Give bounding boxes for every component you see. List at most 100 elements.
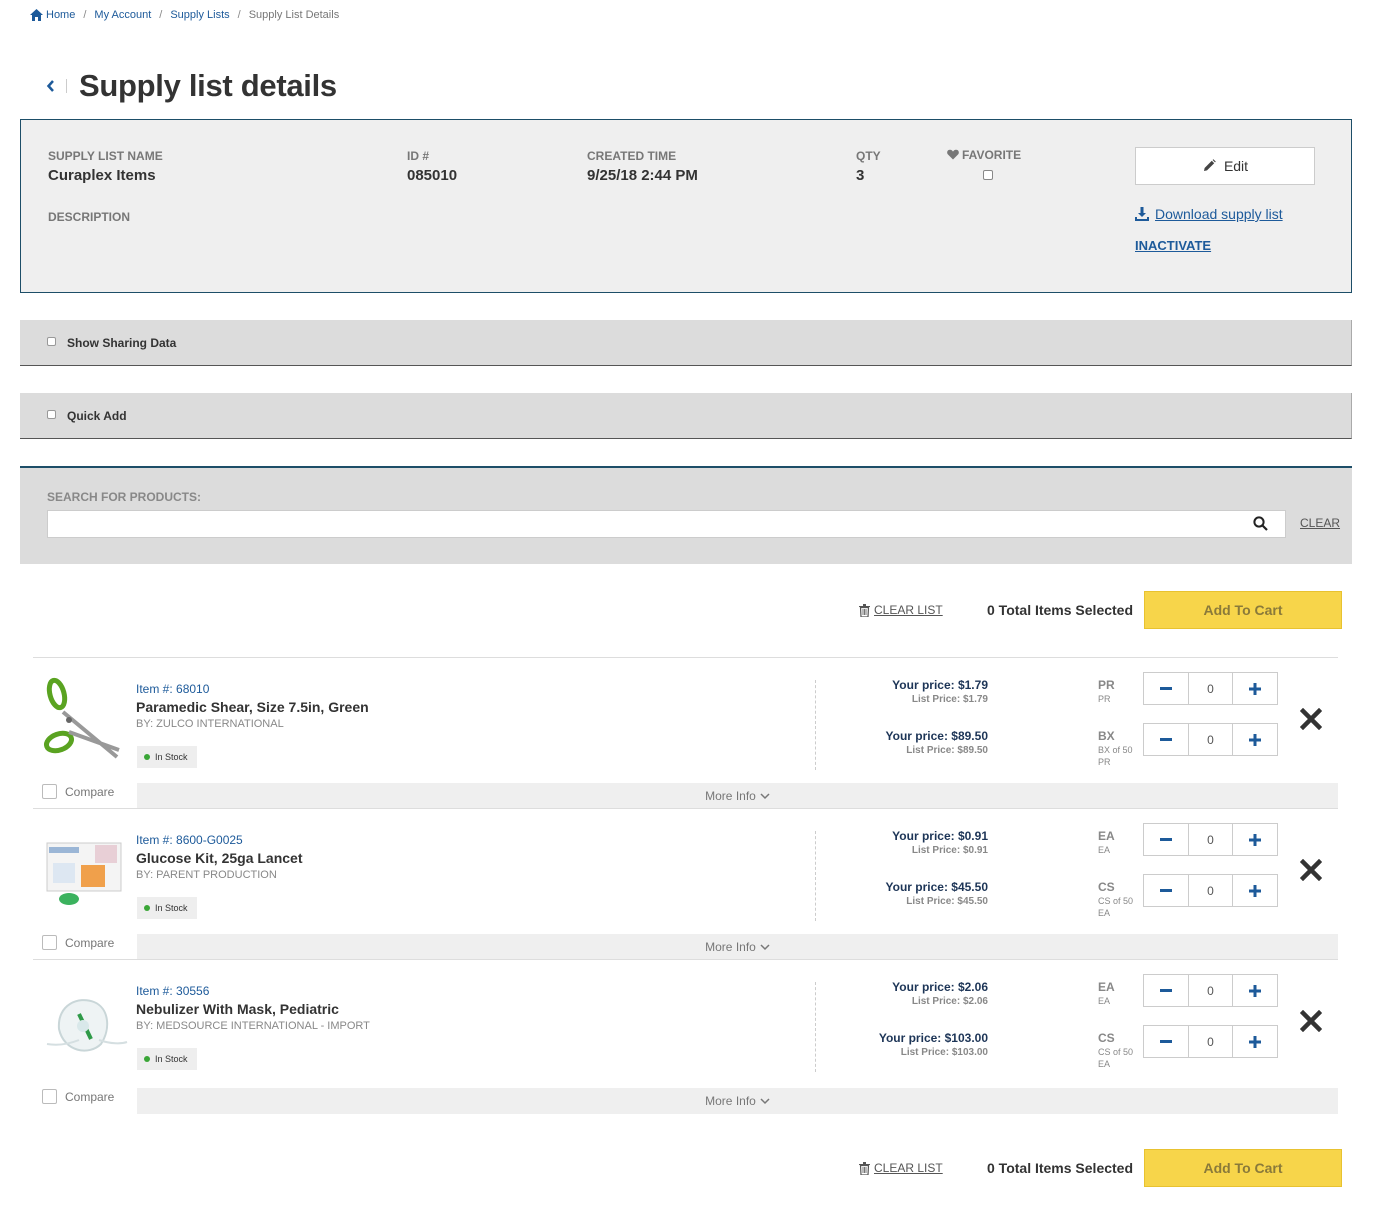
quantity-input[interactable]: 0 <box>1188 824 1233 855</box>
stock-status-badge: In Stock <box>137 1048 197 1070</box>
show-sharing-data-toggle[interactable]: Show Sharing Data <box>20 320 1352 366</box>
plus-icon <box>1249 1035 1261 1048</box>
more-info-toggle[interactable]: More Info <box>137 934 1338 960</box>
decrement-button[interactable] <box>1144 875 1188 906</box>
compare-checkbox[interactable] <box>42 1089 57 1104</box>
plus-icon <box>1249 833 1261 846</box>
decrement-button[interactable] <box>1144 975 1188 1006</box>
increment-button[interactable] <box>1233 975 1277 1006</box>
add-to-cart-button[interactable]: Add To Cart <box>1144 591 1342 629</box>
pencil-icon <box>1203 159 1216 171</box>
increment-button[interactable] <box>1233 1026 1277 1057</box>
in-stock-dot-icon <box>144 905 150 911</box>
decrement-button[interactable] <box>1144 673 1188 704</box>
increment-button[interactable] <box>1233 724 1277 755</box>
show-sharing-data-checkbox[interactable] <box>47 337 56 346</box>
clear-list-label: CLEAR LIST <box>874 603 943 617</box>
increment-button[interactable] <box>1233 824 1277 855</box>
stock-status-text: In Stock <box>155 752 188 762</box>
search-input[interactable] <box>47 510 1286 538</box>
breadcrumb-home[interactable]: Home <box>46 9 75 21</box>
clear-list-link[interactable]: CLEAR LIST <box>859 603 943 617</box>
list-price: List Price: $89.50 <box>906 745 988 756</box>
show-sharing-data-label: Show Sharing Data <box>67 335 177 350</box>
price-option-row: Your price: $2.06 List Price: $2.06 EA E… <box>892 974 1278 1020</box>
decrement-button[interactable] <box>1144 1026 1188 1057</box>
quantity-input[interactable]: 0 <box>1188 1026 1233 1057</box>
id-value: 085010 <box>407 167 458 184</box>
compare-option[interactable]: Compare <box>42 1089 114 1104</box>
search-label: SEARCH FOR PRODUCTS: <box>47 490 202 504</box>
more-info-label: More Info <box>705 789 756 803</box>
chevron-left-icon[interactable] <box>46 79 56 93</box>
compare-label: Compare <box>65 935 115 950</box>
plus-icon <box>1249 884 1261 897</box>
decrement-button[interactable] <box>1144 824 1188 855</box>
clear-list-link[interactable]: CLEAR LIST <box>859 1161 943 1175</box>
quantity-input[interactable]: 0 <box>1188 975 1233 1006</box>
divider <box>815 831 816 921</box>
compare-option[interactable]: Compare <box>42 784 114 799</box>
favorite-label: FAVORITE <box>947 148 1021 162</box>
inactivate-link[interactable]: INACTIVATE <box>1135 238 1211 253</box>
decrement-button[interactable] <box>1144 724 1188 755</box>
uom-detail-line: EA <box>1098 996 1111 1006</box>
unit-of-measure-detail: PR <box>1098 693 1111 705</box>
your-price: Your price: $2.06 <box>892 980 988 994</box>
breadcrumb-my-account[interactable]: My Account <box>94 9 151 21</box>
divider <box>815 680 816 770</box>
quick-add-toggle[interactable]: Quick Add <box>20 393 1352 439</box>
edit-button-label: Edit <box>1223 158 1249 174</box>
compare-label: Compare <box>65 1089 115 1104</box>
product-name[interactable]: Nebulizer With Mask, Pediatric <box>136 1001 339 1017</box>
increment-button[interactable] <box>1233 673 1277 704</box>
download-supply-list-link[interactable]: Download supply list <box>1135 206 1283 222</box>
remove-item-icon[interactable] <box>1300 1010 1322 1032</box>
page-title: Supply list details <box>79 68 337 103</box>
minus-icon <box>1160 737 1172 741</box>
product-name[interactable]: Glucose Kit, 25ga Lancet <box>136 850 303 866</box>
unit-of-measure-detail: EA <box>1098 844 1110 856</box>
stock-status-text: In Stock <box>155 1054 188 1064</box>
product-image-shears <box>43 677 120 759</box>
quantity-input[interactable]: 0 <box>1188 875 1233 906</box>
remove-item-icon[interactable] <box>1300 708 1322 730</box>
list-price: List Price: $0.91 <box>911 845 988 856</box>
item-number[interactable]: Item #: 8600-G0025 <box>136 833 243 847</box>
quantity-stepper: 0 <box>1143 1025 1278 1058</box>
product-brand: By: PARENT PRODUCTION <box>136 869 277 881</box>
compare-checkbox[interactable] <box>42 935 57 950</box>
item-number[interactable]: Item #: 30556 <box>136 984 209 998</box>
more-info-toggle[interactable]: More Info <box>137 783 1338 809</box>
list-price: List Price: $103.00 <box>900 1047 988 1058</box>
chevron-down-icon <box>760 792 770 799</box>
uom-detail-line: EA <box>1098 1059 1111 1069</box>
quantity-stepper: 0 <box>1143 723 1278 756</box>
compare-option[interactable]: Compare <box>42 935 114 950</box>
quantity-stepper: 0 <box>1143 974 1278 1007</box>
item-number[interactable]: Item #: 68010 <box>136 682 209 696</box>
plus-icon <box>1249 682 1261 695</box>
compare-checkbox[interactable] <box>42 784 57 799</box>
quantity-stepper: 0 <box>1143 672 1278 705</box>
search-icon[interactable] <box>1253 516 1268 531</box>
breadcrumb-supply-lists[interactable]: Supply Lists <box>170 9 229 21</box>
quantity-input[interactable]: 0 <box>1188 724 1233 755</box>
increment-button[interactable] <box>1233 875 1277 906</box>
uom-detail-line: BX of 50 <box>1098 745 1133 755</box>
clear-list-label: CLEAR LIST <box>874 1161 943 1175</box>
more-info-toggle[interactable]: More Info <box>137 1088 1338 1114</box>
product-name[interactable]: Paramedic Shear, Size 7.5in, Green <box>136 699 369 715</box>
remove-item-icon[interactable] <box>1300 859 1322 881</box>
product-image-nebulizer-mask <box>46 999 128 1052</box>
quick-add-checkbox[interactable] <box>47 410 56 419</box>
product-brand: By: MEDSOURCE INTERNATIONAL - IMPORT <box>136 1020 370 1032</box>
supply-list-name-label: SUPPLY LIST NAME <box>48 149 163 163</box>
quantity-input[interactable]: 0 <box>1188 673 1233 704</box>
edit-button[interactable]: Edit <box>1135 147 1315 185</box>
add-to-cart-button[interactable]: Add To Cart <box>1144 1149 1342 1187</box>
home-icon <box>30 9 43 21</box>
id-label: ID # <box>407 149 430 163</box>
favorite-checkbox[interactable] <box>983 170 993 180</box>
clear-search-link[interactable]: CLEAR <box>1300 516 1340 530</box>
